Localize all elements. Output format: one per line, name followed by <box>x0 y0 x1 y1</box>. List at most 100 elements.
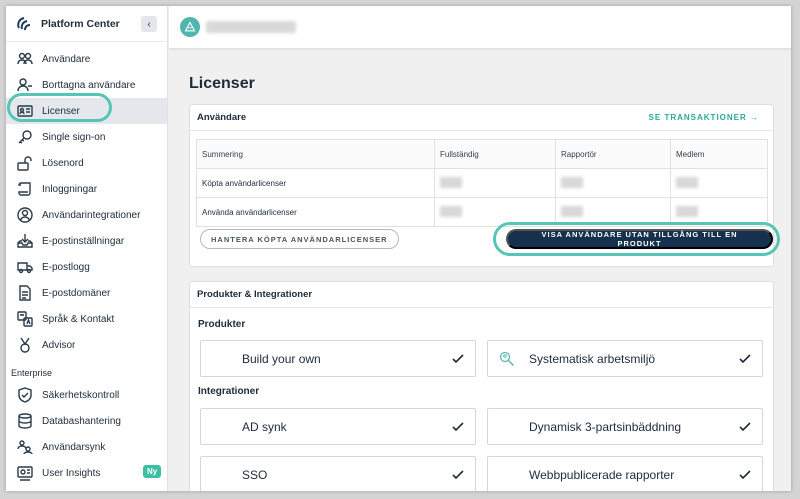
main-content: Licenser Användare SE TRANSAKTIONER → Su… <box>169 49 791 491</box>
sidebar-item-label: Single sign-on <box>42 131 106 143</box>
sidebar-item-label: Säkerhetskontroll <box>42 389 120 401</box>
brand-name: Platform Center <box>41 17 120 30</box>
integration-webbpublicerade-rapporter[interactable]: Webbpublicerade rapporter <box>487 456 763 491</box>
sidebar-item-label: Databashantering <box>42 415 121 427</box>
inbox-download-icon <box>16 233 34 249</box>
app-window: Platform Center ‹ Användare Borttagna an… <box>6 6 791 491</box>
check-icon <box>739 354 751 364</box>
sidebar-item-e-postinstallningar[interactable]: E-postinställningar <box>6 228 167 254</box>
chevron-left-icon: ‹ <box>147 18 151 30</box>
check-icon <box>739 470 751 480</box>
check-icon <box>452 422 464 432</box>
table-cell-redacted <box>670 197 768 227</box>
products-card-title: Produkter & Integrationer <box>197 289 313 300</box>
show-users-without-product-button[interactable]: VISA ANVÄNDARE UTAN TILLGÅNG TILL EN PRO… <box>506 229 773 249</box>
sidebar-item-label: Språk & Kontakt <box>42 313 115 325</box>
check-icon <box>452 354 464 364</box>
product-build-your-own[interactable]: Build your own <box>200 340 476 377</box>
sidebar-item-label: Användare <box>42 53 91 65</box>
products-heading: Produkter <box>198 319 246 330</box>
sidebar-item-e-postdomaner[interactable]: E-postdomäner <box>6 280 167 306</box>
shield-check-icon <box>16 387 34 403</box>
table-cell-redacted <box>555 168 671 198</box>
product-label: Build your own <box>242 351 321 366</box>
sidebar-item-label: Inloggningar <box>42 183 98 195</box>
sidebar-item-label: E-postinställningar <box>42 235 125 247</box>
row-label: Köpta användarlicenser <box>196 168 435 198</box>
sidebar-item-anvandarintegrationer[interactable]: Användarintegrationer <box>6 202 167 228</box>
table-cell-redacted <box>555 197 671 227</box>
truck-icon <box>16 259 34 275</box>
sidebar-item-anvandare[interactable]: Användare <box>6 46 167 72</box>
organization-logo-icon[interactable] <box>180 17 200 37</box>
enterprise-section-label: Enterprise <box>11 368 53 378</box>
integration-label: AD synk <box>242 419 287 434</box>
integration-sso[interactable]: SSO <box>200 456 476 491</box>
table-cell-redacted <box>434 168 556 198</box>
search-person-icon <box>499 351 515 367</box>
table-row: Använda användarlicenser <box>196 197 768 227</box>
sidebar-item-borttagna-anvandare[interactable]: Borttagna användare <box>6 72 167 98</box>
database-icon <box>16 413 34 429</box>
sidebar-item-losenord[interactable]: Lösenord <box>6 150 167 176</box>
see-transactions-link[interactable]: SE TRANSAKTIONER → <box>649 113 759 122</box>
translate-icon <box>16 311 34 327</box>
sidebar-item-label: Borttagna användare <box>42 79 136 91</box>
sidebar-item-label: E-postlogg <box>42 261 90 273</box>
manage-licenses-button[interactable]: HANTERA KÖPTA ANVÄNDARLICENSER <box>200 229 399 249</box>
top-bar <box>169 6 791 49</box>
new-badge: Ny <box>143 465 162 478</box>
integration-ad-synk[interactable]: AD synk <box>200 408 476 445</box>
collapse-sidebar-button[interactable]: ‹ <box>141 16 157 32</box>
user-sync-icon <box>16 439 34 455</box>
sidebar-item-user-insights[interactable]: User Insights Ny <box>6 460 167 486</box>
sidebar-item-inloggningar[interactable]: Inloggningar <box>6 176 167 202</box>
unlock-icon <box>16 155 34 171</box>
page-title: Licenser <box>189 75 255 92</box>
sidebar: Platform Center ‹ Användare Borttagna an… <box>6 6 168 491</box>
table-cell-redacted <box>434 197 556 227</box>
sidebar-nav: Användare Borttagna användare Licenser S… <box>6 42 167 358</box>
integration-label: Dynamisk 3-partsinbäddning <box>529 419 682 434</box>
sidebar-item-label: Licenser <box>42 105 80 117</box>
sidebar-item-advisor[interactable]: Advisor <box>6 332 167 358</box>
insights-icon <box>16 465 34 481</box>
table-cell-redacted <box>670 168 768 198</box>
medal-icon <box>16 337 34 353</box>
integration-label: SSO <box>242 467 268 482</box>
column-header: Summering <box>196 139 435 169</box>
sidebar-item-label: Användarsynk <box>42 441 106 453</box>
sidebar-item-anvandarsynk[interactable]: Användarsynk <box>6 434 167 460</box>
license-table: Summering Fullständig Rapportör Medlem K… <box>196 139 768 227</box>
sidebar-item-label: E-postdomäner <box>42 287 111 299</box>
product-label: Systematisk arbetsmiljö <box>529 351 656 366</box>
sidebar-item-databashantering[interactable]: Databashantering <box>6 408 167 434</box>
users-card: Användare SE TRANSAKTIONER → Summering F… <box>189 104 780 267</box>
table-header-row: Summering Fullständig Rapportör Medlem <box>196 139 768 169</box>
platform-logo-icon <box>17 16 31 30</box>
check-icon <box>739 422 751 432</box>
column-header: Rapportör <box>555 139 671 169</box>
sidebar-item-label: Användarintegrationer <box>42 209 141 221</box>
sidebar-item-single-sign-on[interactable]: Single sign-on <box>6 124 167 150</box>
users-card-title: Användare <box>197 112 247 123</box>
scroll-icon <box>16 181 34 197</box>
organization-name-redacted <box>206 21 296 33</box>
sidebar-item-label: User Insights <box>42 467 101 479</box>
sidebar-item-label: Lösenord <box>42 157 84 169</box>
document-icon <box>16 285 34 301</box>
column-header: Medlem <box>670 139 768 169</box>
integration-label: Webbpublicerade rapporter <box>529 467 675 482</box>
product-systematisk-arbetsmiljo[interactable]: Systematisk arbetsmiljö <box>487 340 763 377</box>
user-circle-icon <box>16 207 34 223</box>
key-icon <box>16 129 34 145</box>
sidebar-item-licenser[interactable]: Licenser <box>6 98 167 124</box>
sidebar-item-sprak-kontakt[interactable]: Språk & Kontakt <box>6 306 167 332</box>
enterprise-nav: Säkerhetskontroll Databashantering Använ… <box>6 382 167 486</box>
integration-dynamisk-3-partsinbaddning[interactable]: Dynamisk 3-partsinbäddning <box>487 408 763 445</box>
users-card-header: Användare SE TRANSAKTIONER → <box>190 105 773 131</box>
check-icon <box>452 470 464 480</box>
sidebar-item-sakerhetskontroll[interactable]: Säkerhetskontroll <box>6 382 167 408</box>
products-card: Produkter & Integrationer Produkter Buil… <box>189 281 774 491</box>
sidebar-item-e-postlogg[interactable]: E-postlogg <box>6 254 167 280</box>
